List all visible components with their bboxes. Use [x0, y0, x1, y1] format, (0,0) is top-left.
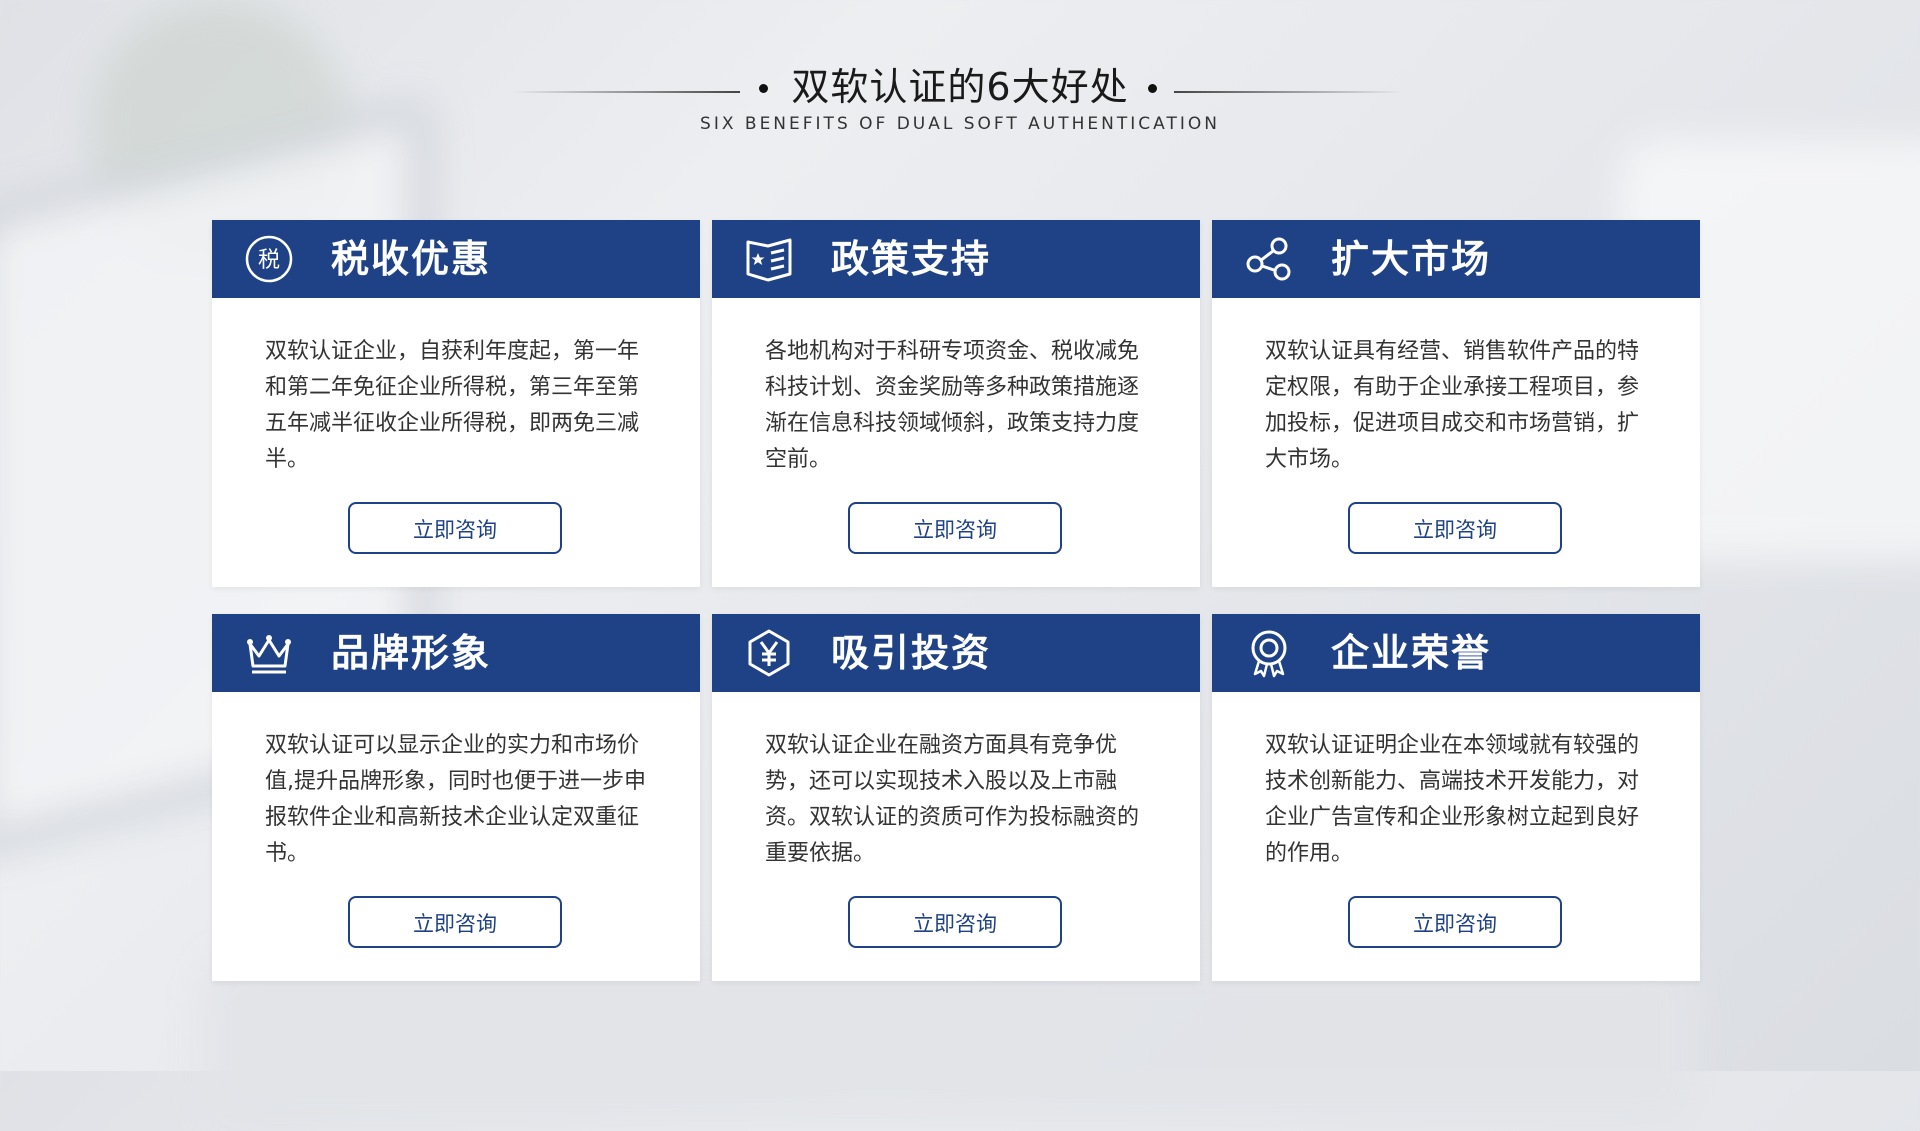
title-row: 双软认证的6大好处 [0, 50, 1920, 110]
card-header: 品牌形象 [212, 614, 700, 692]
card-description: 各地机构对于科研专项资金、税收减免科技计划、资金奖励等多种政策措施逐渐在信息科技… [765, 339, 1140, 472]
card-description: 双软认证企业在融资方面具有竞争优势，还可以实现技术入股以及上市融资。双软认证的资… [765, 733, 1140, 866]
title-divider-right [1174, 91, 1402, 93]
benefit-card-honor: 企业荣誉 双软认证证明企业在本领域就有较强的技术创新能力、高端技术开发能力，对企… [1212, 614, 1700, 981]
card-description: 双软认证具有经营、销售软件产品的特定权限，有助于企业承接工程项目，参加投标，促进… [1265, 339, 1640, 472]
tax-icon-glyph: 税 [258, 248, 280, 273]
card-description: 双软认证企业，自获利年度起，第一年和第二年免征企业所得税，第三年至第五年减半征收… [265, 339, 640, 472]
benefit-card-tax: 税 税收优惠 双软认证企业，自获利年度起，第一年和第二年免征企业所得税，第三年至… [212, 220, 700, 587]
page-header: 双软认证的6大好处 SIX BENEFITS OF DUAL SOFT AUTH… [0, 50, 1920, 134]
benefit-card-brand: 品牌形象 双软认证可以显示企业的实力和市场价值,提升品牌形象，同时也便于进一步申… [212, 614, 700, 981]
page-title: 双软认证的6大好处 [791, 65, 1129, 109]
card-title: 品牌形象 [331, 631, 492, 675]
card-header: 扩大市场 [1212, 220, 1700, 298]
card-title: 扩大市场 [1331, 237, 1492, 281]
title-dot-left [759, 84, 768, 93]
card-description: 双软认证证明企业在本领域就有较强的技术创新能力、高端技术开发能力，对企业广告宣传… [1265, 733, 1640, 866]
card-title: 政策支持 [831, 237, 992, 281]
yen-hexagon-icon [744, 628, 794, 678]
benefit-card-policy: 政策支持 各地机构对于科研专项资金、税收减免科技计划、资金奖励等多种政策措施逐渐… [712, 220, 1200, 587]
title-dot-right [1148, 84, 1157, 93]
benefit-card-investment: 吸引投资 双软认证企业在融资方面具有竞争优势，还可以实现技术入股以及上市融资。双… [712, 614, 1200, 981]
card-header: 税 税收优惠 [212, 220, 700, 298]
share-nodes-icon [1244, 234, 1294, 284]
tax-circle-icon: 税 [244, 234, 294, 284]
crown-icon [244, 628, 294, 678]
page-subtitle: SIX BENEFITS OF DUAL SOFT AUTHENTICATION [700, 114, 1220, 134]
consult-button[interactable]: 立即咨询 [348, 896, 562, 948]
card-header: 企业荣誉 [1212, 614, 1700, 692]
award-medal-icon [1244, 628, 1294, 678]
benefit-card-market: 扩大市场 双软认证具有经营、销售软件产品的特定权限，有助于企业承接工程项目，参加… [1212, 220, 1700, 587]
title-divider-left [512, 91, 740, 93]
card-title: 企业荣誉 [1331, 631, 1492, 675]
consult-button[interactable]: 立即咨询 [848, 896, 1062, 948]
consult-button[interactable]: 立即咨询 [348, 502, 562, 554]
policy-document-icon [744, 234, 794, 284]
consult-button[interactable]: 立即咨询 [1348, 896, 1562, 948]
card-header: 吸引投资 [712, 614, 1200, 692]
consult-button[interactable]: 立即咨询 [848, 502, 1062, 554]
card-header: 政策支持 [712, 220, 1200, 298]
card-title: 吸引投资 [831, 631, 992, 675]
card-title: 税收优惠 [331, 237, 492, 281]
consult-button[interactable]: 立即咨询 [1348, 502, 1562, 554]
card-description: 双软认证可以显示企业的实力和市场价值,提升品牌形象，同时也便于进一步申报软件企业… [265, 733, 646, 866]
